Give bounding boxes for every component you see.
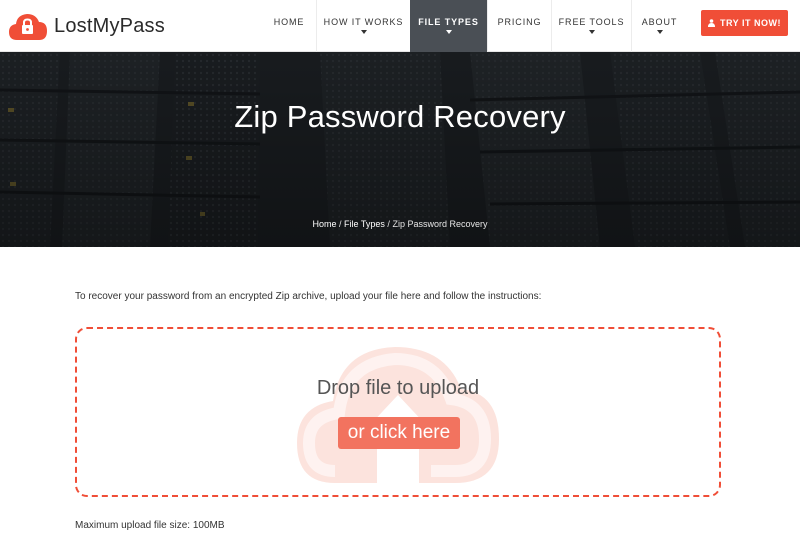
cloud-upload-icon <box>297 347 499 483</box>
nav-free-tools-label: FREE TOOLS <box>558 17 625 27</box>
caret-down-icon <box>588 30 595 34</box>
cloud-lock-icon <box>8 11 48 41</box>
max-file-size-note: Maximum upload file size: 100MB <box>75 520 225 531</box>
nav-about-label: ABOUT <box>641 17 678 27</box>
nav-home-label: HOME <box>273 17 305 27</box>
page-title: Zip Password Recovery <box>234 99 566 134</box>
nav-about[interactable]: ABOUT <box>631 0 687 52</box>
nav-file-types[interactable]: FILE TYPES <box>410 0 487 52</box>
nav-pricing[interactable]: PRICING <box>487 0 551 52</box>
main-nav: HOME HOW IT WORKS FILE TYPES PRICING FRE… <box>262 0 687 52</box>
breadcrumb-current: Zip Password Recovery <box>392 219 488 229</box>
breadcrumb-separator: / <box>387 219 390 229</box>
nav-how-it-works-label: HOW IT WORKS <box>323 17 404 27</box>
user-icon <box>708 19 715 27</box>
site-header: LostMyPass HOME HOW IT WORKS FILE TYPES … <box>0 0 800 52</box>
nav-home[interactable]: HOME <box>262 0 316 52</box>
server-rack-background <box>0 52 800 247</box>
caret-down-icon <box>656 30 663 34</box>
upload-dropzone[interactable]: Drop file to upload or click here <box>75 327 721 497</box>
hero-banner: Zip Password Recovery Home / File Types … <box>0 52 800 247</box>
breadcrumb-separator: / <box>339 219 342 229</box>
brand-name: LostMyPass <box>54 14 165 37</box>
breadcrumb-home[interactable]: Home <box>312 219 336 229</box>
intro-text: To recover your password from an encrypt… <box>75 291 542 302</box>
nav-pricing-label: PRICING <box>497 17 542 27</box>
nav-file-types-label: FILE TYPES <box>418 17 479 27</box>
dropzone-text: Drop file to upload <box>316 377 480 399</box>
caret-down-icon <box>360 30 367 34</box>
nav-how-it-works[interactable]: HOW IT WORKS <box>316 0 410 52</box>
nav-free-tools[interactable]: FREE TOOLS <box>551 0 631 52</box>
or-click-here-button[interactable]: or click here <box>338 417 460 449</box>
breadcrumb: Home / File Types / Zip Password Recover… <box>0 219 800 229</box>
try-it-now-label: TRY IT NOW! <box>720 18 781 28</box>
caret-down-icon <box>445 30 452 34</box>
breadcrumb-file-types[interactable]: File Types <box>344 219 385 229</box>
try-it-now-button[interactable]: TRY IT NOW! <box>701 10 788 36</box>
logo[interactable]: LostMyPass <box>8 8 165 44</box>
